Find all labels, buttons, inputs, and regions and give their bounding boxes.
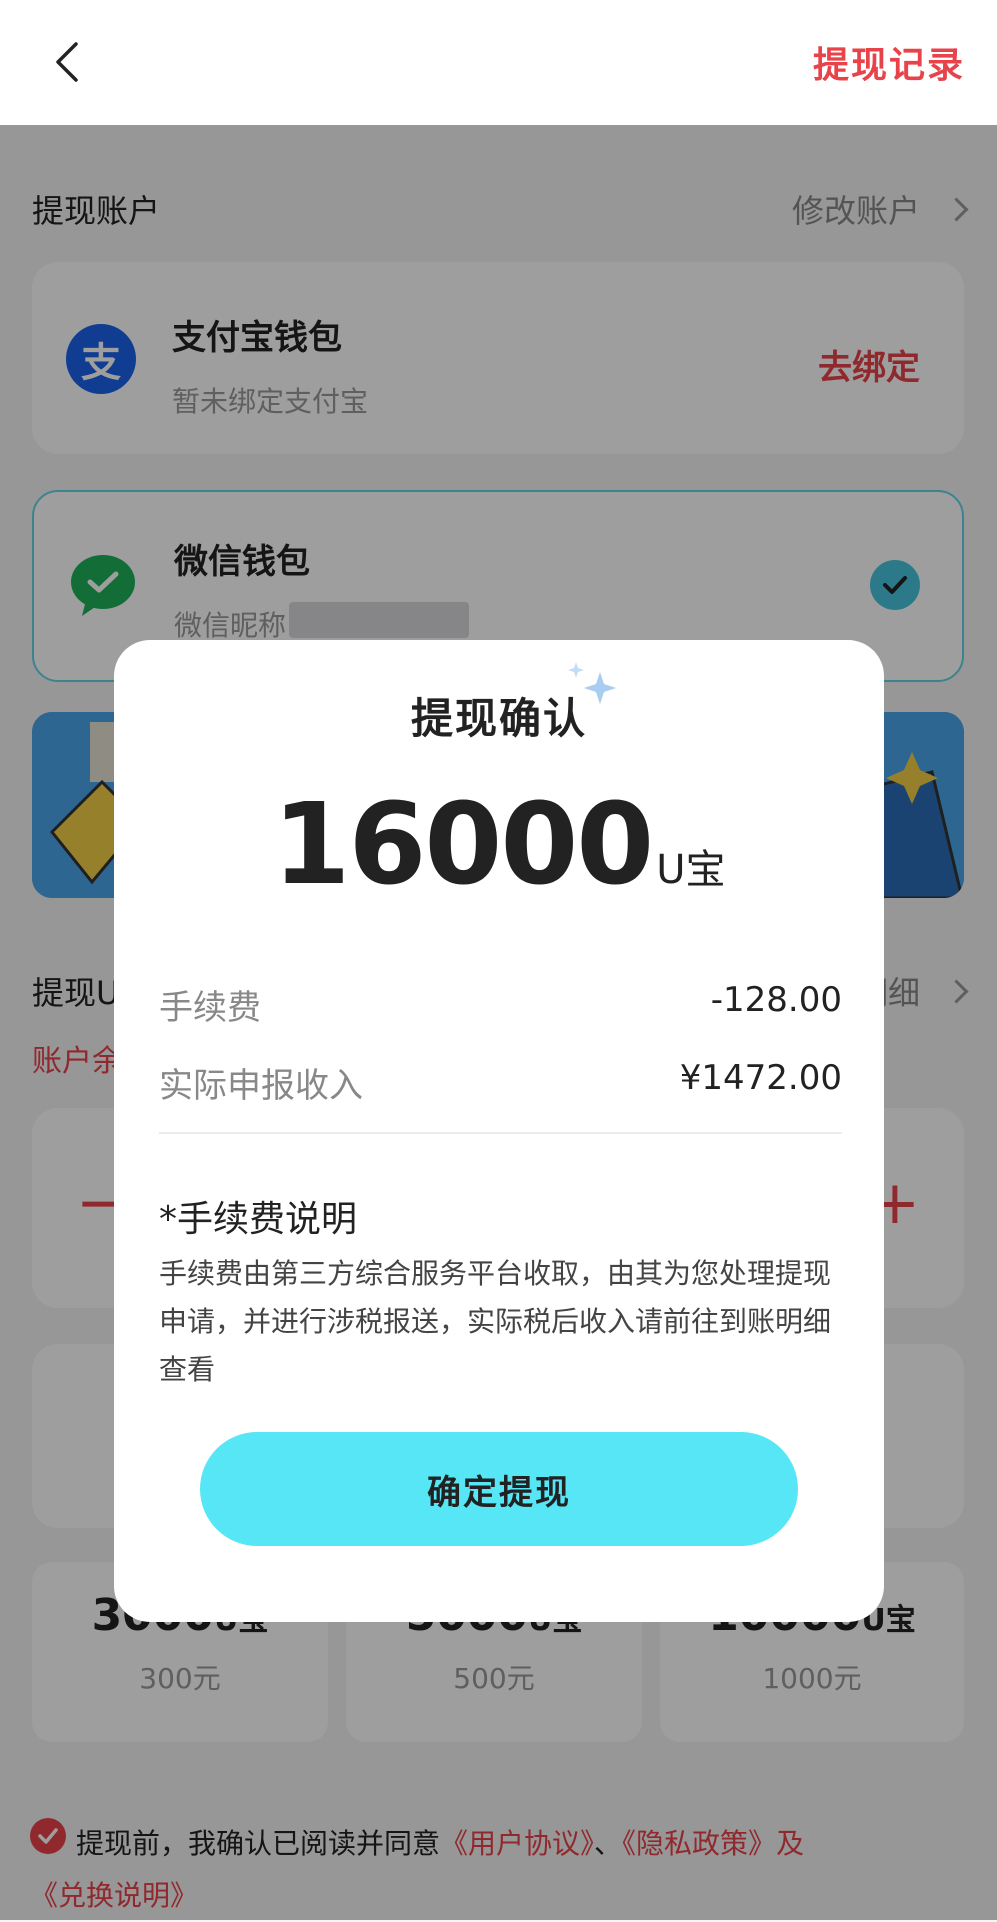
income-value: ¥1472.00 [679,1058,842,1098]
amount-number: 16000 [272,780,655,910]
fee-note-title: *手续费说明 [159,1199,358,1240]
amount-unit: U宝 [656,847,726,893]
fee-value: -128.00 [710,980,842,1020]
withdraw-confirm-dialog: 提现确认 16000 U宝 手续费 -128.00 实际申报收入 ¥1472.00… [114,640,884,1622]
divider [159,1132,842,1134]
fee-note-body: 手续费由第三方综合服务平台收取，由其为您处理提现申请，并进行涉税报送，实际税后收… [159,1257,832,1386]
dialog-title: 提现确认 [410,694,587,743]
back-arrow-icon[interactable] [50,40,84,84]
sparkle-icon [568,662,616,704]
withdraw-amount: 16000 U宝 [114,780,884,910]
top-bar: 提现记录 [0,0,997,125]
fee-label: 手续费 [159,988,261,1028]
confirm-withdraw-button[interactable]: 确定提现 [200,1432,798,1546]
withdraw-record-link[interactable]: 提现记录 [813,36,965,88]
income-label: 实际申报收入 [159,1066,363,1106]
